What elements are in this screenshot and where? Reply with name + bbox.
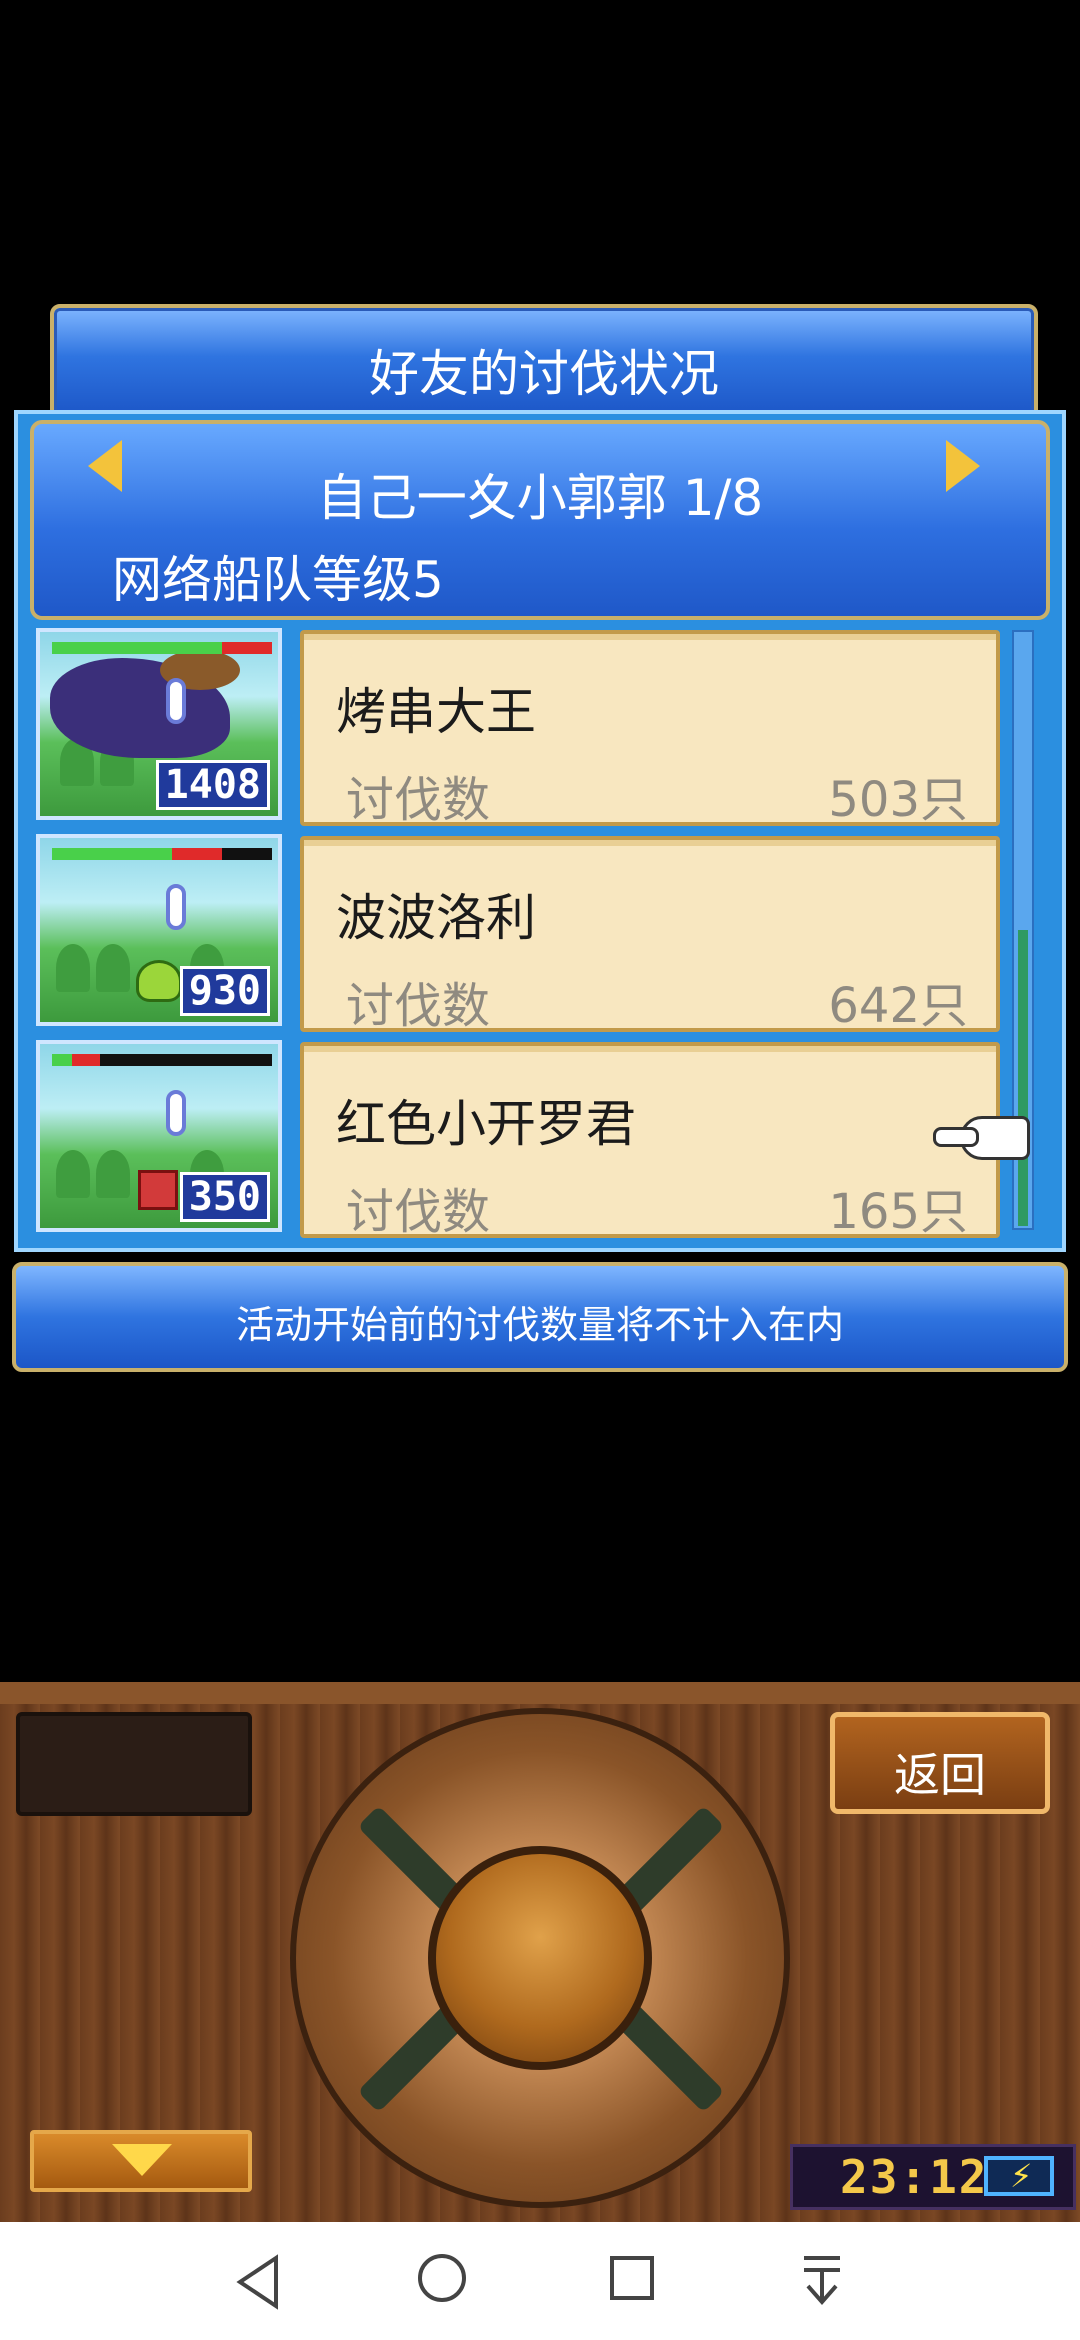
hp-bar [52,642,272,654]
hand-pointer-icon [933,1116,1030,1160]
entry-count: 165只 [828,1184,968,1240]
back-button-label: 返回 [894,1748,986,1802]
entry-label: 讨伐数 [346,978,491,1034]
scrollbar-thumb[interactable] [1018,930,1028,1226]
clock: 23:12 [840,2150,989,2204]
hp-bar [52,1054,272,1066]
entry-name: 烤串大王 [336,683,536,741]
entry-count: 503只 [828,772,968,828]
system-nav-bar [0,2222,1080,2340]
thumb-number: 1408 [155,760,270,810]
title-banner: 好友的讨伐状况 [50,304,1038,420]
nav-recents-icon[interactable] [610,2256,654,2300]
entry-name: 波波洛利 [336,889,536,947]
list-item[interactable]: 波波洛利 讨伐数 642只 [300,836,1000,1034]
hp-bar [52,848,272,860]
notice-banner: 活动开始前的讨伐数量将不计入在内 [12,1262,1068,1372]
monster-thumbnail: 1408 [36,628,282,820]
arrow-left-icon[interactable] [88,440,122,492]
friend-name-page: 自己一夊小郭郭 1/8 [316,469,764,527]
chevron-down-icon [112,2144,172,2176]
entry-label: 讨伐数 [346,1184,491,1240]
notice-text: 活动开始前的讨伐数量将不计入在内 [235,1303,844,1347]
exclamation-icon [166,1090,186,1136]
nav-notification-icon[interactable] [800,2252,844,2308]
monster-thumbnail: 350 [36,1040,282,1232]
monster-thumbnail: 930 [36,834,282,1026]
controller-trim [0,1682,1080,1704]
exclamation-icon [166,678,186,724]
entry-count: 642只 [828,978,968,1034]
arrow-right-icon[interactable] [946,440,980,492]
dpad-center-button[interactable] [428,1846,652,2070]
list-item[interactable]: 红色小开罗君 讨伐数 165只 [300,1042,1000,1240]
nav-home-icon[interactable] [418,2254,466,2302]
fleet-level: 网络船队等级5 [112,551,444,609]
list-item[interactable]: 烤串大王 讨伐数 503只 [300,630,1000,828]
entry-name: 红色小开罗君 [336,1095,636,1153]
empty-slot [16,1712,252,1816]
nav-back-icon[interactable] [232,2254,284,2310]
page-title: 好友的讨伐状况 [369,345,719,403]
exclamation-icon [166,884,186,930]
battery-charging-icon: ⚡ [984,2156,1054,2196]
back-button[interactable]: 返回 [830,1712,1050,1814]
box-sprite [138,1170,178,1210]
thumb-number: 930 [179,966,270,1016]
slime-sprite [136,960,182,1002]
entry-label: 讨伐数 [346,772,491,828]
thumb-number: 350 [179,1172,270,1222]
